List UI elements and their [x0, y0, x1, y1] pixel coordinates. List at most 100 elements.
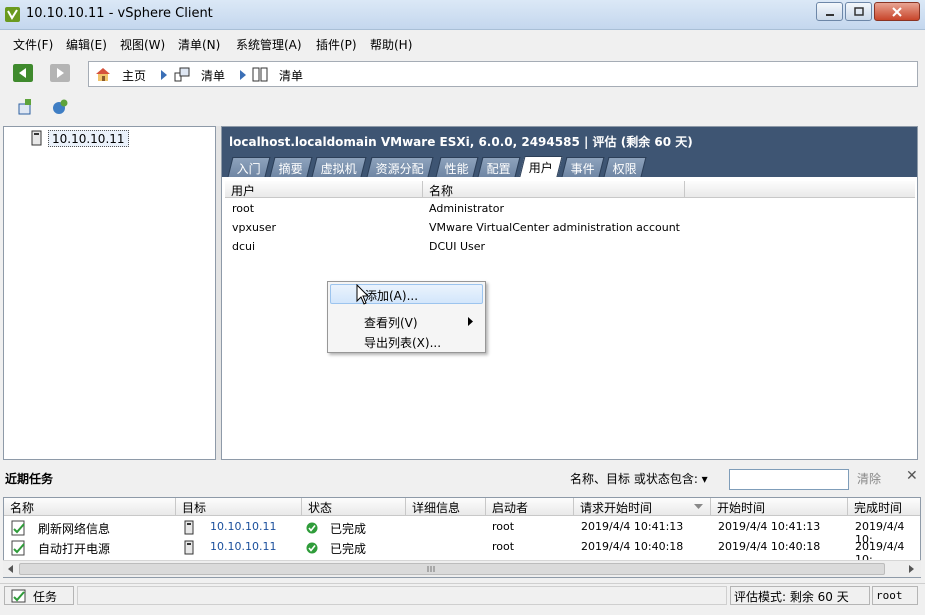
status-message-area — [77, 586, 727, 605]
window-title: 10.10.10.11 - vSphere Client — [26, 6, 213, 21]
host-server-icon — [184, 540, 194, 555]
toolbar — [0, 92, 925, 124]
name-cell: Administrator — [429, 202, 504, 215]
breadcrumb-home[interactable]: 主页 — [122, 67, 146, 84]
task-start-cell: 2019/4/4 10:40:18 — [718, 540, 821, 553]
recent-tasks-title: 近期任务 — [5, 472, 54, 486]
menu-file[interactable]: 文件(F) — [13, 36, 53, 53]
scrollbar-thumb[interactable] — [19, 563, 885, 575]
task-initiator-cell: root — [492, 540, 515, 553]
horizontal-scrollbar[interactable] — [3, 560, 921, 577]
host-details-pane: localhost.localdomain VMware ESXi, 6.0.0… — [221, 126, 918, 460]
column-header-target[interactable]: 目标 — [176, 498, 302, 515]
task-filter-label[interactable]: 名称、目标 或状态包含: ▾ — [570, 470, 708, 487]
current-user-status: root — [872, 586, 918, 605]
task-start-cell: 2019/4/4 10:41:13 — [718, 520, 821, 533]
tasks-button[interactable]: 任务 — [4, 586, 74, 605]
maximize-button[interactable] — [845, 2, 872, 21]
tasks-label: 任务 — [33, 590, 58, 604]
scroll-right-icon[interactable] — [909, 565, 914, 573]
tab-virtual-machines[interactable]: 虚拟机 — [311, 157, 367, 177]
menu-bar: 文件(F) 编辑(E) 视图(W) 清单(N) 系统管理(A) 插件(P) 帮助… — [0, 31, 925, 55]
users-grid-header: 用户 名称 — [225, 181, 915, 198]
inventory-icon — [174, 67, 190, 82]
column-header-name[interactable]: 名称 — [423, 181, 685, 198]
user-cell: dcui — [232, 240, 256, 253]
tab-permissions[interactable]: 权限 — [603, 157, 647, 177]
menu-plugins[interactable]: 插件(P) — [316, 36, 357, 53]
task-status-cell: 已完成 — [330, 522, 367, 536]
table-row[interactable]: dcui DCUI User — [225, 238, 915, 257]
context-menu-export-list[interactable]: 导出列表(X)... — [330, 332, 483, 352]
submenu-arrow-icon — [468, 317, 473, 326]
home-icon[interactable] — [95, 66, 111, 82]
host-inventory-icon — [252, 67, 268, 82]
tab-summary[interactable]: 摘要 — [269, 157, 313, 177]
tree-host-node[interactable]: 10.10.10.11 — [48, 130, 129, 147]
breadcrumb-inventory[interactable]: 清单 — [201, 67, 225, 84]
tab-users[interactable]: 用户 — [519, 156, 563, 177]
column-header-start[interactable]: 开始时间 — [711, 498, 848, 515]
vsphere-app-icon — [5, 7, 20, 22]
context-menu-view-columns[interactable]: 查看列(V) — [330, 312, 483, 332]
column-header-complete[interactable]: 完成时间 — [848, 498, 920, 515]
breadcrumb-arrow-icon — [161, 70, 167, 80]
breadcrumb-arrow-icon — [240, 70, 246, 80]
menu-administration[interactable]: 系统管理(A) — [236, 36, 302, 53]
task-filter-input[interactable] — [729, 469, 849, 490]
forward-arrow-icon[interactable] — [50, 64, 70, 82]
tab-getting-started[interactable]: 入门 — [227, 157, 271, 177]
new-resource-pool-icon[interactable] — [51, 98, 69, 116]
tab-resource-allocation[interactable]: 资源分配 — [366, 157, 434, 177]
breadcrumb: 主页 清单 清单 — [88, 61, 918, 87]
column-header-details[interactable]: 详细信息 — [406, 498, 486, 515]
task-status-cell: 已完成 — [330, 542, 367, 556]
column-header-requested-start[interactable]: 请求开始时间 — [574, 498, 711, 515]
menu-edit[interactable]: 编辑(E) — [66, 36, 107, 53]
task-target-cell[interactable]: 10.10.10.11 — [210, 540, 276, 553]
scroll-left-icon[interactable] — [8, 565, 13, 573]
menu-help[interactable]: 帮助(H) — [370, 36, 412, 53]
new-vm-icon[interactable] — [17, 98, 35, 116]
tasks-grid-header: 名称 目标 状态 详细信息 启动者 请求开始时间 开始时间 完成时间 — [4, 498, 920, 516]
evaluation-mode-status: 评估模式: 剩余 60 天 — [730, 586, 870, 605]
tab-events[interactable]: 事件 — [561, 157, 605, 177]
context-menu: 添加(A)... 查看列(V) 导出列表(X)... — [327, 281, 486, 353]
task-initiator-cell: root — [492, 520, 515, 533]
menu-view[interactable]: 视图(W) — [120, 36, 165, 53]
user-cell: vpxuser — [232, 221, 276, 234]
column-header-initiator[interactable]: 启动者 — [486, 498, 574, 515]
tab-configuration[interactable]: 配置 — [477, 157, 521, 177]
minimize-icon — [825, 13, 834, 16]
table-row[interactable]: 刷新网络信息 10.10.10.11 已完成 root 2019/4/4 10:… — [4, 518, 920, 546]
breadcrumb-inventory-2[interactable]: 清单 — [279, 67, 303, 84]
close-tasks-icon[interactable]: ✕ — [906, 468, 918, 484]
minimize-button[interactable] — [816, 2, 843, 21]
title-bar: 10.10.10.11 - vSphere Client — [0, 0, 925, 30]
tab-performance[interactable]: 性能 — [435, 157, 479, 177]
task-target-cell[interactable]: 10.10.10.11 — [210, 520, 276, 533]
host-tabs: 入门 摘要 虚拟机 资源分配 性能 配置 用户 事件 权限 — [226, 156, 906, 177]
mouse-cursor-icon — [356, 284, 370, 305]
task-requested-cell: 2019/4/4 10:41:13 — [581, 520, 684, 533]
clear-filter-button[interactable]: 清除 — [857, 470, 881, 487]
table-row[interactable]: vpxuser VMware VirtualCenter administrat… — [225, 219, 915, 238]
task-requested-cell: 2019/4/4 10:40:18 — [581, 540, 684, 553]
menu-inventory[interactable]: 清单(N) — [178, 36, 220, 53]
column-header-task-name[interactable]: 名称 — [4, 498, 176, 515]
table-row[interactable]: root Administrator — [225, 200, 915, 219]
host-title: localhost.localdomain VMware ESXi, 6.0.0… — [229, 135, 693, 149]
column-header-user[interactable]: 用户 — [225, 181, 423, 198]
close-icon — [892, 6, 902, 17]
context-menu-add[interactable]: 添加(A)... — [330, 284, 483, 304]
column-header-status[interactable]: 状态 — [302, 498, 406, 515]
name-cell: DCUI User — [429, 240, 486, 253]
back-arrow-icon[interactable] — [13, 64, 33, 82]
sort-descending-icon — [694, 504, 703, 509]
maximize-icon — [853, 6, 864, 16]
status-bar: 任务 评估模式: 剩余 60 天 root — [0, 583, 925, 607]
task-name-cell: 刷新网络信息 — [38, 522, 111, 536]
tasks-icon — [11, 589, 26, 603]
table-row[interactable]: 自动打开电源 10.10.10.11 已完成 root 2019/4/4 10:… — [4, 538, 920, 566]
close-window-button[interactable] — [874, 2, 920, 21]
